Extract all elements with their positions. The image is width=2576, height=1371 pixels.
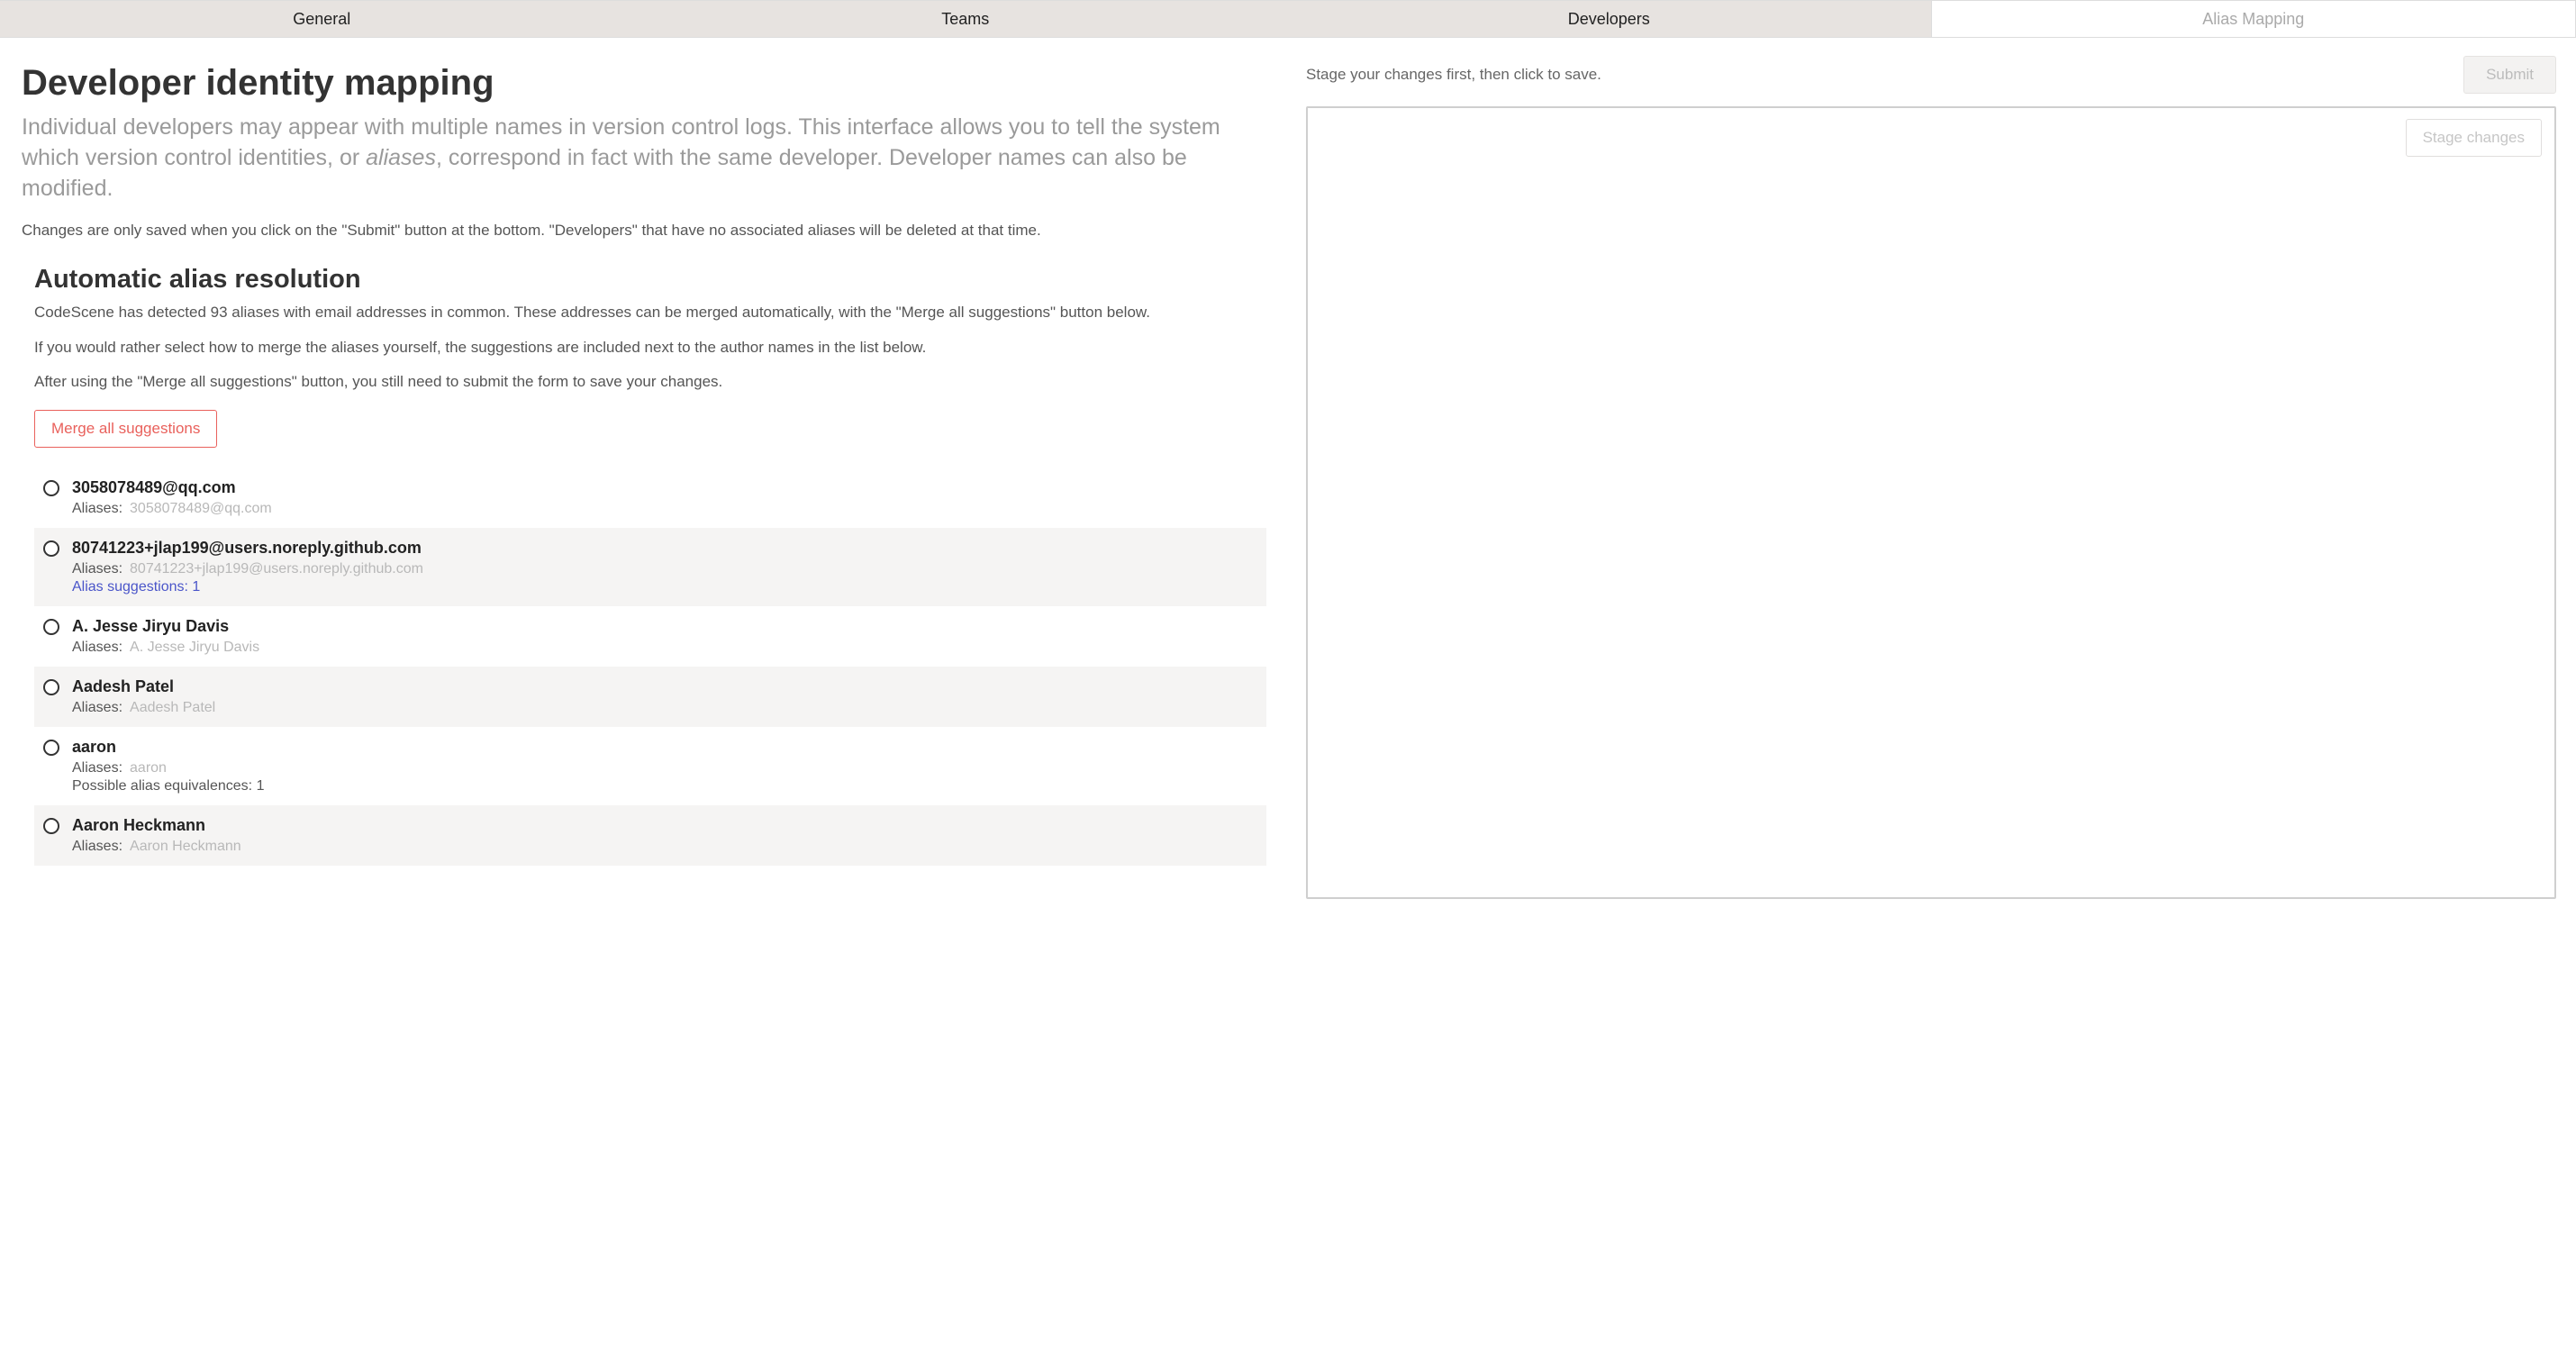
tab-teams[interactable]: Teams (644, 1, 1288, 37)
auto-resolution-p2: If you would rather select how to merge … (34, 337, 1266, 359)
developer-name: 80741223+jlap199@users.noreply.github.co… (72, 539, 1254, 558)
developer-radio[interactable] (43, 540, 59, 557)
alias-suggestions-link[interactable]: Alias suggestions: 1 (72, 579, 200, 595)
possible-equivalences: Possible alias equivalences: 1 (72, 778, 1254, 794)
developer-row: 3058078489@qq.com Aliases: 3058078489@qq.c… (34, 468, 1266, 528)
aliases-label: Aliases: (72, 640, 122, 655)
developer-aliases: Aliases: 3058078489@qq.com (72, 501, 1254, 517)
aliases-value: 80741223+jlap199@users.noreply.github.co… (130, 561, 423, 577)
developer-body: Aadesh Patel Aliases: Aadesh Patel (72, 677, 1254, 716)
aliases-label: Aliases: (72, 839, 122, 854)
merge-all-suggestions-button[interactable]: Merge all suggestions (34, 410, 217, 448)
tab-general[interactable]: General (0, 1, 644, 37)
developer-aliases: Aliases: aaron (72, 760, 1254, 776)
developer-name: aaron (72, 738, 1254, 757)
developer-aliases: Aliases: Aadesh Patel (72, 700, 1254, 716)
developer-name: Aaron Heckmann (72, 816, 1254, 835)
aliases-value: aaron (130, 760, 167, 776)
page-lead: Individual developers may appear with mu… (22, 113, 1266, 204)
developer-row: 80741223+jlap199@users.noreply.github.co… (34, 528, 1266, 606)
staging-area: Stage changes (1306, 106, 2556, 899)
aliases-value: Aadesh Patel (130, 700, 215, 715)
tab-alias-mapping[interactable]: Alias Mapping (1931, 1, 2576, 37)
developer-row: A. Jesse Jiryu Davis Aliases: A. Jesse Jir… (34, 606, 1266, 667)
aliases-label: Aliases: (72, 760, 122, 776)
auto-resolution-p3: After using the "Merge all suggestions" … (34, 371, 1266, 394)
developer-radio[interactable] (43, 480, 59, 496)
stage-changes-button[interactable]: Stage changes (2406, 119, 2542, 157)
developer-list: 3058078489@qq.com Aliases: 3058078489@qq.c… (34, 468, 1266, 866)
aliases-label: Aliases: (72, 501, 122, 516)
developer-row: Aaron Heckmann Aliases: Aaron Heckmann (34, 805, 1266, 866)
tabs: General Teams Developers Alias Mapping (0, 0, 2576, 38)
developer-body: A. Jesse Jiryu Davis Aliases: A. Jesse Jir… (72, 617, 1254, 656)
developer-aliases: Aliases: Aaron Heckmann (72, 839, 1254, 855)
developer-body: 3058078489@qq.com Aliases: 3058078489@qq.c… (72, 478, 1254, 517)
aliases-value: A. Jesse Jiryu Davis (130, 640, 259, 655)
developer-radio[interactable] (43, 818, 59, 834)
lead-em: aliases (366, 145, 436, 170)
submit-button[interactable]: Submit (2463, 56, 2556, 94)
tab-developers[interactable]: Developers (1287, 1, 1931, 37)
developer-body: 80741223+jlap199@users.noreply.github.co… (72, 539, 1254, 595)
developer-name: Aadesh Patel (72, 677, 1254, 696)
developer-aliases: Aliases: A. Jesse Jiryu Davis (72, 640, 1254, 656)
developer-radio[interactable] (43, 679, 59, 695)
auto-resolution-p1: CodeScene has detected 93 aliases with e… (34, 302, 1266, 324)
aliases-value: 3058078489@qq.com (130, 501, 272, 516)
developer-name: 3058078489@qq.com (72, 478, 1254, 497)
aliases-label: Aliases: (72, 561, 122, 577)
developer-body: aaron Aliases: aaron Possible alias equival… (72, 738, 1254, 794)
developer-body: Aaron Heckmann Aliases: Aaron Heckmann (72, 816, 1254, 855)
developer-radio[interactable] (43, 740, 59, 756)
aliases-label: Aliases: (72, 700, 122, 715)
developer-row: Aadesh Patel Aliases: Aadesh Patel (34, 667, 1266, 727)
stage-hint: Stage your changes first, then click to … (1306, 66, 1601, 84)
page-title: Developer identity mapping (22, 63, 1266, 104)
developer-name: A. Jesse Jiryu Davis (72, 617, 1254, 636)
aliases-value: Aaron Heckmann (130, 839, 241, 854)
save-note: Changes are only saved when you click on… (22, 220, 1266, 241)
developer-row: aaron Aliases: aaron Possible alias equival… (34, 727, 1266, 805)
developer-radio[interactable] (43, 619, 59, 635)
auto-resolution-title: Automatic alias resolution (34, 265, 1266, 295)
developer-aliases: Aliases: 80741223+jlap199@users.noreply.g… (72, 561, 1254, 577)
